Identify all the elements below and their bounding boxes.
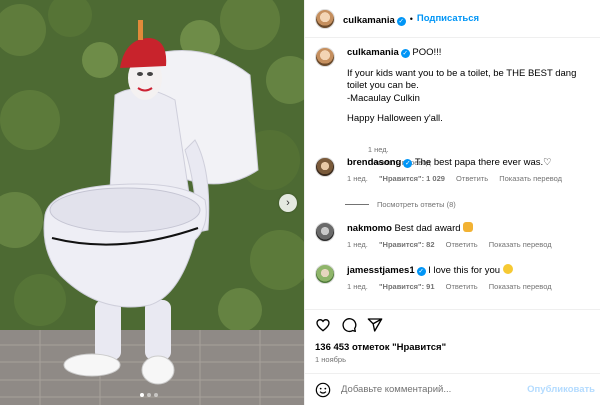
comment-text: Best dad award <box>394 223 461 234</box>
carousel-dot <box>154 393 158 397</box>
author-username[interactable]: culkamania <box>343 15 395 26</box>
carousel-dot <box>147 393 151 397</box>
carousel-indicator <box>140 393 158 397</box>
caption-time[interactable]: 1 нед. <box>368 145 389 154</box>
caption-username[interactable]: culkamania <box>347 47 399 58</box>
smile-icon[interactable] <box>315 382 331 398</box>
verified-icon: ✓ <box>400 49 410 58</box>
translate-link[interactable]: Показать перевод <box>489 240 552 249</box>
reply-button[interactable]: Ответить <box>446 240 478 249</box>
comment-username[interactable]: nakmomo <box>347 223 392 234</box>
verified-icon: ✓ <box>396 16 406 26</box>
comment-item: brendasong ✓ The best papa there ever was… <box>315 157 597 185</box>
add-comment-bar: Опубликовать <box>305 373 600 405</box>
reply-button[interactable]: Ответить <box>446 282 478 291</box>
photo-illustration <box>0 0 304 405</box>
separator-dot: • <box>409 13 413 24</box>
caption-line: POO!!! <box>412 47 442 58</box>
next-slide-button[interactable]: › <box>279 194 297 212</box>
comment-time[interactable]: 1 нед. <box>347 174 368 183</box>
caption-line: -Macaulay Culkin <box>347 92 420 104</box>
avatar[interactable] <box>315 47 335 67</box>
avatar[interactable] <box>315 264 335 284</box>
translate-link[interactable]: Показать перевод <box>499 174 562 183</box>
reply-button[interactable]: Ответить <box>456 174 488 183</box>
post-date[interactable]: 1 ноябрь <box>315 355 346 364</box>
post-actions-bar <box>305 309 600 339</box>
award-emoji-icon <box>463 222 474 232</box>
post-side-panel: culkamania ✓ • Подписаться culkamania ✓ PO… <box>304 0 600 405</box>
comment-text: I love this for you <box>428 265 501 276</box>
comment-time[interactable]: 1 нед. <box>347 282 368 291</box>
chevron-right-icon: › <box>286 197 290 209</box>
follow-button[interactable]: Подписаться <box>417 13 479 24</box>
verified-icon: ✓ <box>416 267 426 276</box>
comment-time[interactable]: 1 нед. <box>347 240 368 249</box>
avatar[interactable] <box>315 222 335 242</box>
carousel-dot <box>140 393 144 397</box>
comment-likes[interactable]: "Нравится": 82 <box>379 240 435 249</box>
comment-username[interactable]: brendasong <box>347 157 401 168</box>
comment-text: The best papa there ever was.♡ <box>414 157 552 168</box>
comment-icon[interactable] <box>341 317 357 333</box>
post-photo[interactable]: › <box>0 0 304 405</box>
likes-count[interactable]: 136 453 отметок "Нравится" <box>315 342 446 353</box>
publish-button[interactable]: Опубликовать <box>527 384 595 395</box>
avatar[interactable] <box>315 8 335 29</box>
comment-username[interactable]: jamesstjames1 <box>347 265 415 276</box>
comment-input[interactable] <box>341 384 541 395</box>
post-header: culkamania ✓ • Подписаться <box>305 0 600 38</box>
comment-likes[interactable]: "Нравится": 91 <box>379 282 435 291</box>
avatar[interactable] <box>315 157 335 177</box>
translate-link[interactable]: Показать перевод <box>489 282 552 291</box>
caption-line: If your kids want you to be a toilet, be… <box>347 67 579 92</box>
view-replies-button[interactable]: Посмотреть ответы (8) <box>345 200 456 209</box>
view-replies-label: Посмотреть ответы (8) <box>377 200 456 209</box>
comment-likes[interactable]: "Нравится": 1 029 <box>379 174 445 183</box>
divider <box>345 204 369 205</box>
caption-line: Happy Halloween y'all. <box>347 113 443 124</box>
comment-item: jamesstjames1 ✓ I love this for you 1 нед… <box>315 264 597 293</box>
comment-item: nakmomo Best dad award 1 нед. "Нравится"… <box>315 222 597 251</box>
laughing-emoji-icon <box>502 264 513 274</box>
heart-icon[interactable] <box>315 317 331 333</box>
verified-icon: ✓ <box>403 159 413 168</box>
share-icon[interactable] <box>367 317 383 333</box>
